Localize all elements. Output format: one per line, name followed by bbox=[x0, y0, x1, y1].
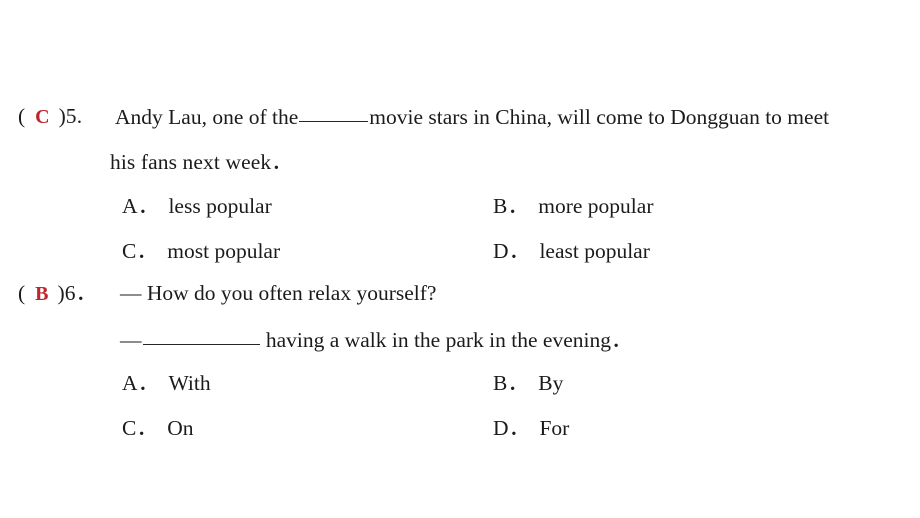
question-5-option-b-text: more popular bbox=[538, 194, 654, 218]
question-5-option-a[interactable]: A． less popular bbox=[122, 194, 272, 218]
question-6-option-d-label: D． bbox=[493, 416, 531, 440]
question-6-option-c-text: On bbox=[167, 416, 194, 440]
question-5-stem-text-a: Andy Lau, one of the bbox=[115, 105, 299, 129]
question-6-option-b-label: B． bbox=[493, 371, 530, 395]
question-6-option-a-text: With bbox=[168, 371, 211, 395]
question-5-answer-letter: C bbox=[35, 106, 50, 128]
question-6-option-b[interactable]: B． By bbox=[493, 371, 564, 395]
question-6-option-b-text: By bbox=[538, 371, 564, 395]
question-5-option-d-label: D． bbox=[493, 239, 531, 263]
question-6-dash-1: — bbox=[120, 281, 142, 305]
question-5-option-b[interactable]: B． more popular bbox=[493, 194, 654, 218]
question-5-option-a-label: A． bbox=[122, 194, 160, 218]
question-6-option-a-label: A． bbox=[122, 371, 160, 395]
question-5-option-a-text: less popular bbox=[168, 194, 272, 218]
question-6-stem-text: How do you often relax yourself? bbox=[146, 281, 437, 305]
question-6-option-d-text: For bbox=[539, 416, 570, 440]
question-6-stem-line-1: — How do you often relax yourself? bbox=[120, 281, 437, 305]
question-5-option-b-label: B． bbox=[493, 194, 530, 218]
close-paren: ) bbox=[57, 281, 65, 305]
question-5-option-d-text: least popular bbox=[539, 239, 650, 263]
question-5-option-d[interactable]: D． least popular bbox=[493, 239, 650, 263]
question-5-answer-bracket: (C)5. bbox=[18, 104, 83, 128]
question-5-option-c-text: most popular bbox=[167, 239, 281, 263]
question-6-answer-line: — having a walk in the park in the eveni… bbox=[120, 329, 632, 352]
question-6-blank[interactable] bbox=[142, 329, 260, 345]
question-5-blank[interactable] bbox=[299, 106, 369, 122]
question-6-answer-letter: B bbox=[35, 283, 49, 305]
question-6-number: 6． bbox=[64, 281, 98, 305]
question-6-option-a[interactable]: A． With bbox=[122, 371, 211, 395]
question-5-stem-line-1: Andy Lau, one of the movie stars in China… bbox=[115, 106, 829, 129]
question-6-option-d[interactable]: D． For bbox=[493, 416, 570, 440]
worksheet-page: (C)5. Andy Lau, one of the movie stars in… bbox=[0, 0, 920, 518]
question-5-option-c[interactable]: C． most popular bbox=[122, 239, 281, 263]
question-5-stem-line-2: his fans next week． bbox=[110, 150, 293, 174]
question-6-answer-text: having a walk in the park in the evening… bbox=[265, 328, 633, 352]
question-6-answer-bracket: (B)6． bbox=[18, 281, 98, 305]
close-paren: ) bbox=[58, 104, 66, 128]
question-6-dash-2: — bbox=[120, 328, 142, 352]
question-5-number: 5. bbox=[65, 104, 83, 128]
question-5-stem-text-b: movie stars in China, will come to Dongg… bbox=[369, 105, 830, 129]
question-6-option-c-label: C． bbox=[122, 416, 159, 440]
question-6-option-c[interactable]: C． On bbox=[122, 416, 194, 440]
question-5-option-c-label: C． bbox=[122, 239, 159, 263]
